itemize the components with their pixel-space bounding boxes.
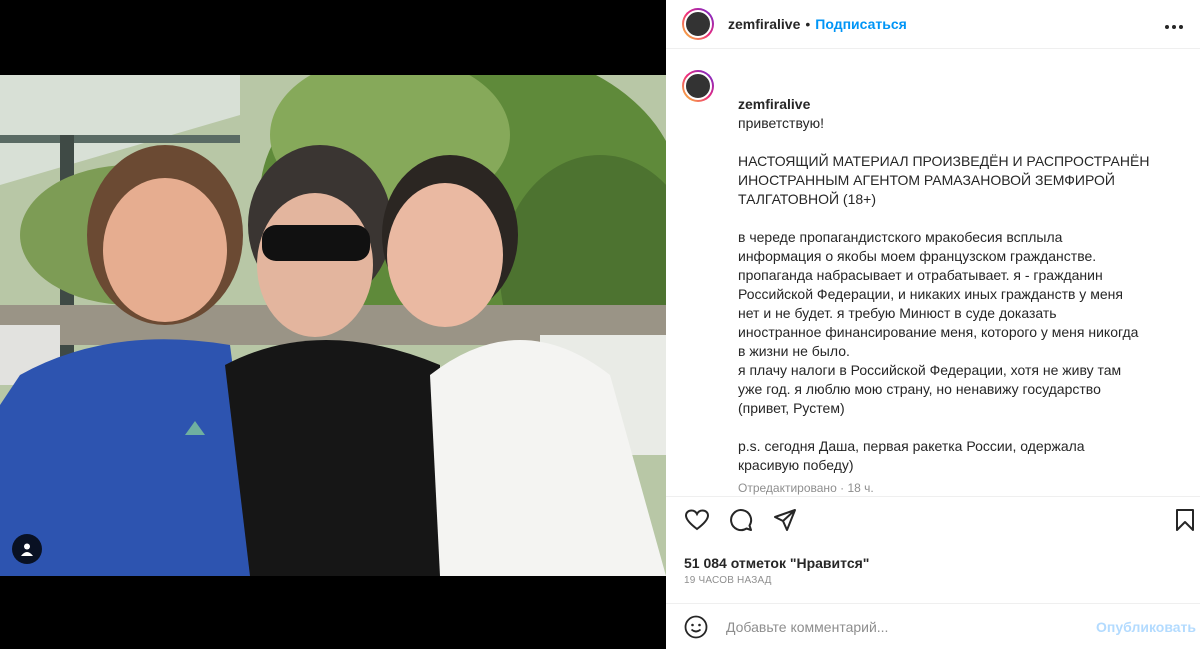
post-photo[interactable]: [0, 75, 666, 576]
avatar[interactable]: [682, 8, 714, 40]
follow-button[interactable]: Подписаться: [815, 16, 907, 32]
comment-bar: Опубликовать: [666, 604, 1200, 649]
tagged-users-icon[interactable]: [12, 534, 42, 564]
caption-paragraph: в череде пропагандистского мракобесия вс…: [738, 229, 1139, 416]
author-username[interactable]: zemfiralive: [728, 16, 800, 32]
emoji-icon[interactable]: [684, 615, 708, 639]
edited-label: Отредактировано: [738, 481, 837, 495]
separator-dot: •: [805, 16, 811, 32]
post-side-panel: zemfiralive • Подписаться zemfiralive пр…: [666, 0, 1200, 649]
heart-icon[interactable]: [684, 507, 710, 533]
likes-count[interactable]: 51 084 отметок "Нравится": [684, 555, 869, 571]
post-header: zemfiralive • Подписаться: [666, 0, 1200, 49]
publish-button[interactable]: Опубликовать: [1096, 619, 1196, 635]
bookmark-icon[interactable]: [1172, 507, 1198, 533]
share-icon[interactable]: [772, 507, 798, 533]
comment-input[interactable]: [724, 617, 1068, 636]
comment-icon[interactable]: [728, 507, 754, 533]
caption-body: zemfiralive приветствую! НАСТОЯЩИЙ МАТЕР…: [738, 76, 1192, 498]
caption-greeting: приветствую!: [738, 115, 824, 131]
edited-time: 18 ч.: [847, 481, 874, 495]
post-timestamp[interactable]: 19 ЧАСОВ НАЗАД: [684, 575, 772, 586]
more-dots-icon[interactable]: [1164, 14, 1184, 35]
actions-divider: [666, 496, 1200, 497]
post-media: [0, 0, 666, 649]
caption-paragraph: p.s. сегодня Даша, первая ракетка России…: [738, 438, 1085, 473]
caption-paragraph: НАСТОЯЩИЙ МАТЕРИАЛ ПРОИЗВЕДЁН И РАСПРОСТ…: [738, 153, 1150, 207]
caption-username[interactable]: zemfiralive: [738, 96, 810, 112]
caption-avatar[interactable]: [682, 70, 714, 102]
